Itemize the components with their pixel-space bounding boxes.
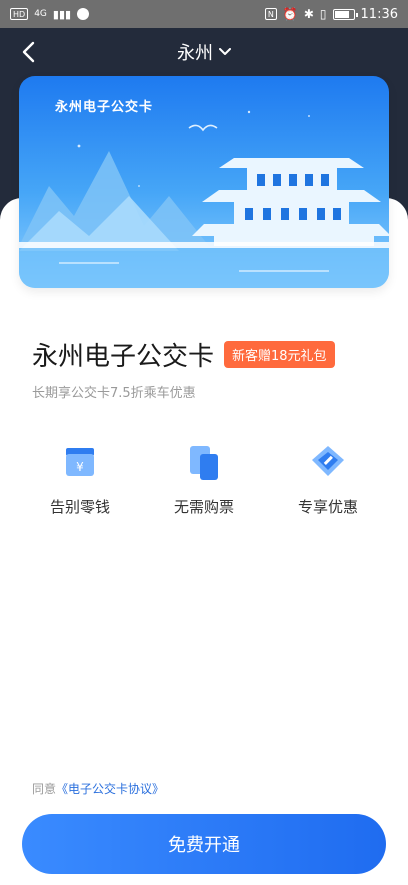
feature-item: ¥ 告别零钱 [30,442,130,517]
agreement-link[interactable]: 《电子公交卡协议》 [56,782,164,796]
product-name: 永州电子公交卡 [32,342,215,372]
product-title-row: 永州电子公交卡 新客赠18元礼包 [32,336,335,373]
city-selector[interactable]: 永州 [177,39,231,65]
bluetooth-icon: ✱ [303,7,314,21]
chevron-down-icon [219,48,231,55]
feature-item: 专享优惠 [278,442,378,517]
vibrate-icon: ▯ [319,7,327,21]
feature-list: ¥ 告别零钱 无需购票 专享优惠 [0,442,408,517]
notification-icon [77,8,90,20]
agreement-text: 同意《电子公交卡协议》 [32,780,164,797]
bus-card-image: 永州电子公交卡 [19,76,389,288]
card-title: 永州电子公交卡 [55,100,154,115]
cards-icon [190,446,218,480]
battery-icon [332,8,358,20]
feature-label: 告别零钱 [49,498,110,516]
network-indicator: 4G [34,9,47,19]
alarm-icon: ⏰ [282,7,298,21]
status-right: N ⏰ ✱ ▯ 11:36 [264,6,398,22]
wallet-yuan-icon: ¥ [66,448,94,476]
signal-icon: ▮▮▮ [52,7,72,21]
activate-button[interactable]: 免费开通 [22,814,386,874]
back-button[interactable] [16,40,40,64]
status-left: HD 4G ▮▮▮ [10,7,90,21]
coupon-tag-icon [312,446,344,476]
status-bar: HD 4G ▮▮▮ N ⏰ ✱ ▯ 11:36 [0,0,408,28]
feature-label: 专享优惠 [297,498,358,516]
product-subtitle: 长期享公交卡7.5折乘车优惠 [32,386,196,401]
nfc-icon: N [264,8,277,20]
promo-badge: 新客赠18元礼包 [224,341,335,368]
feature-item: 无需购票 [154,442,254,517]
clock: 11:36 [360,6,398,22]
city-label: 永州 [177,43,213,64]
feature-label: 无需购票 [173,498,234,516]
nav-bar: 永州 [0,28,408,76]
svg-text:¥: ¥ [76,460,84,474]
agreement-prefix: 同意 [32,782,57,796]
hd-badge: HD [10,8,29,20]
chevron-left-icon [22,41,35,63]
